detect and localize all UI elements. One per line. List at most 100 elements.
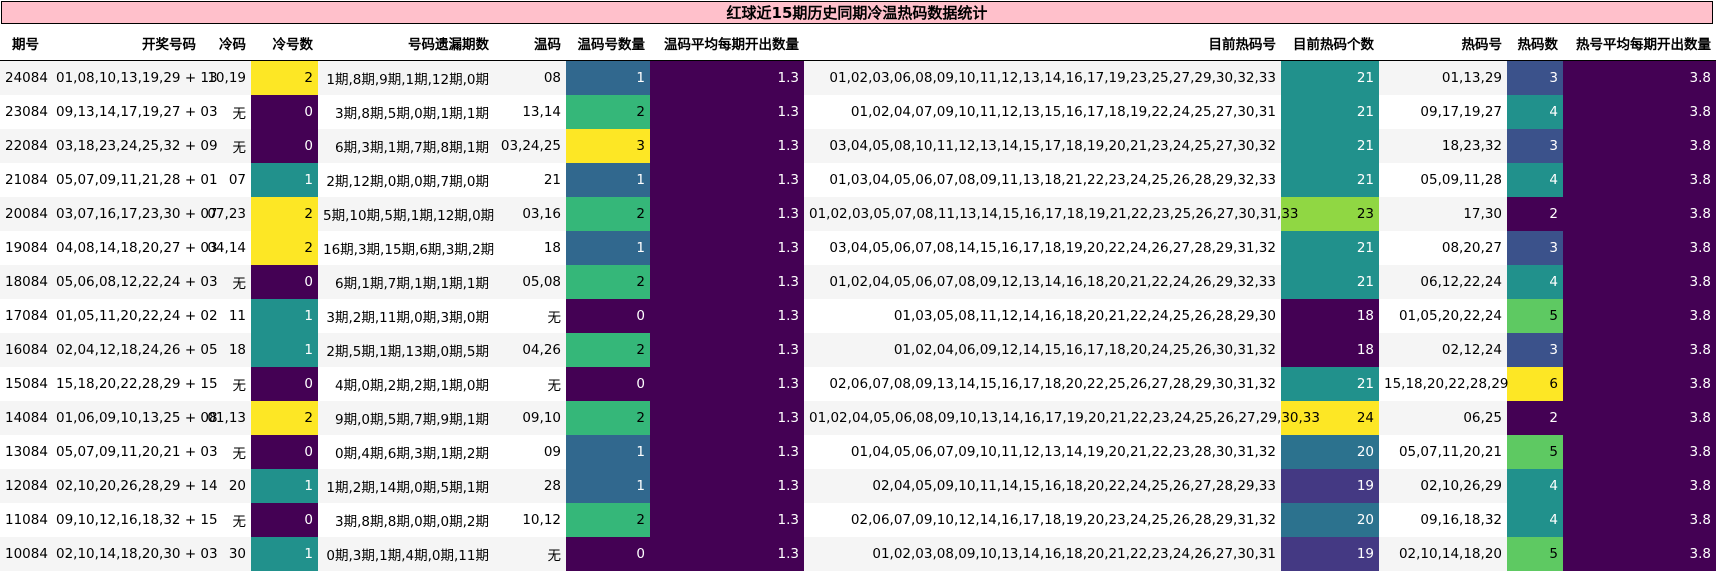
cell-rmgs: 20	[1281, 503, 1379, 537]
cell-rs: 3	[1507, 129, 1563, 163]
cell-wm: 无	[494, 367, 566, 401]
cell-lms: 0	[251, 435, 318, 469]
cell-wpj: 1.3	[650, 60, 804, 95]
cell-qh: 14084	[0, 401, 51, 435]
cell-rmgs: 21	[1281, 265, 1379, 299]
table-row: 16084 02,04,12,18,24,26 + 05 18 1 2期,5期,1期,1…	[0, 333, 1716, 367]
cell-rh: 02,12,24	[1379, 333, 1507, 367]
cell-rh: 01,05,20,22,24	[1379, 299, 1507, 333]
cell-rpj: 3.8	[1563, 231, 1716, 265]
cell-rs: 4	[1507, 163, 1563, 197]
cell-lms: 0	[251, 367, 318, 401]
cell-wpj: 1.3	[650, 197, 804, 231]
cell-wm: 08	[494, 60, 566, 95]
col-header: 开奖号码	[51, 26, 201, 61]
cell-rs: 5	[1507, 299, 1563, 333]
cell-wm: 05,08	[494, 265, 566, 299]
cell-kj: 02,10,20,26,28,29 + 14	[51, 469, 218, 503]
cell-wms: 1	[566, 435, 650, 469]
cell-rs: 3	[1507, 60, 1563, 95]
cell-wm: 03,24,25	[494, 129, 566, 163]
cell-lms: 1	[251, 333, 318, 367]
cell-wms: 0	[566, 367, 650, 401]
cell-rpj: 3.8	[1563, 333, 1716, 367]
cell-wms: 1	[566, 231, 650, 265]
cell-rs: 4	[1507, 469, 1563, 503]
cell-wms: 2	[566, 197, 650, 231]
cell-wm: 无	[494, 299, 566, 333]
cell-rh: 06,12,22,24	[1379, 265, 1507, 299]
cell-rmh: 01,03,05,08,11,12,14,16,18,20,21,22,24,2…	[804, 299, 1281, 333]
cell-wpj: 1.3	[650, 231, 804, 265]
cell-rs: 3	[1507, 231, 1563, 265]
cell-lm: 04,14	[201, 231, 251, 265]
cell-rh: 09,16,18,32	[1379, 503, 1507, 537]
cell-lms: 1	[251, 537, 318, 571]
cell-lms: 1	[251, 163, 318, 197]
cell-wpj: 1.3	[650, 299, 804, 333]
table-row: 23084 09,13,14,17,19,27 + 03 无 0 3期,8期,5期,0期…	[0, 95, 1716, 129]
col-header: 冷号数	[251, 26, 318, 61]
cell-rpj: 3.8	[1563, 129, 1716, 163]
cell-wm: 无	[494, 537, 566, 571]
cell-wm: 18	[494, 231, 566, 265]
cell-rpj: 3.8	[1563, 503, 1716, 537]
cell-wms: 1	[566, 469, 650, 503]
table-row: 13084 05,07,09,11,20,21 + 03 无 0 0期,4期,6期,3期…	[0, 435, 1716, 469]
col-header: 温码号数量	[566, 26, 650, 61]
col-header: 热码号	[1379, 26, 1507, 61]
cell-rmh: 02,06,07,09,10,12,14,16,17,18,19,20,23,2…	[804, 503, 1281, 537]
cell-rh: 02,10,14,18,20	[1379, 537, 1507, 571]
cell-rmh: 03,04,05,08,10,11,12,13,14,15,17,18,19,2…	[804, 129, 1281, 163]
cell-qh: 18084	[0, 265, 51, 299]
cell-rh: 06,25	[1379, 401, 1507, 435]
cell-kj: 05,06,08,12,22,24 + 03	[51, 265, 218, 299]
cell-rmh: 01,03,04,05,06,07,08,09,11,13,18,21,22,2…	[804, 163, 1281, 197]
table-row: 20084 03,07,16,17,23,30 + 07 07,23 2 5期,10期,…	[0, 197, 1716, 231]
cell-kj: 01,05,11,20,22,24 + 02	[51, 299, 218, 333]
cell-rmgs: 21	[1281, 95, 1379, 129]
cell-kj: 04,08,14,18,20,27 + 03	[51, 231, 218, 265]
cell-qh: 17084	[0, 299, 51, 333]
cell-wms: 2	[566, 333, 650, 367]
cell-rh: 02,10,26,29	[1379, 469, 1507, 503]
cell-rmgs: 19	[1281, 537, 1379, 571]
cell-wpj: 1.3	[650, 537, 804, 571]
cell-rmh: 01,02,04,05,06,07,08,09,12,13,14,16,18,2…	[804, 265, 1281, 299]
cell-rs: 3	[1507, 333, 1563, 367]
cell-kj: 03,18,23,24,25,32 + 09	[51, 129, 218, 163]
cell-rmh: 01,02,03,08,09,10,13,14,16,18,20,21,22,2…	[804, 537, 1281, 571]
cell-rmgs: 21	[1281, 163, 1379, 197]
cell-qh: 12084	[0, 469, 51, 503]
cell-kj: 15,18,20,22,28,29 + 15	[51, 367, 218, 401]
cell-qh: 23084	[0, 95, 51, 129]
cell-rmgs: 21	[1281, 129, 1379, 163]
header-row: 期号 开奖号码 冷码 冷号数 号码遗漏期数 温码 温码号数量 温码平均每期开出数…	[0, 26, 1716, 61]
cell-qh: 10084	[0, 537, 51, 571]
col-header: 号码遗漏期数	[318, 26, 494, 61]
cell-rh: 08,20,27	[1379, 231, 1507, 265]
cell-rh: 17,30	[1379, 197, 1507, 231]
cell-rmh: 03,04,05,06,07,08,14,15,16,17,18,19,20,2…	[804, 231, 1281, 265]
cell-lms: 2	[251, 60, 318, 95]
table-row: 15084 15,18,20,22,28,29 + 15 无 0 4期,0期,2期,2期…	[0, 367, 1716, 401]
cell-rh: 09,17,19,27	[1379, 95, 1507, 129]
cell-rmgs: 21	[1281, 367, 1379, 401]
cell-yl: 3期,8期,8期,0期,0期,2期	[318, 503, 494, 537]
cell-yl: 6期,1期,7期,1期,1期,1期	[318, 265, 494, 299]
cell-yl: 4期,0期,2期,2期,1期,0期	[318, 367, 494, 401]
cell-wm: 21	[494, 163, 566, 197]
cell-rmgs: 19	[1281, 469, 1379, 503]
cell-rmh: 01,02,03,05,07,08,11,13,14,15,16,17,18,1…	[804, 197, 1299, 231]
cell-wms: 0	[566, 299, 650, 333]
cell-rh: 05,09,11,28	[1379, 163, 1507, 197]
cell-rmh: 01,02,04,07,09,10,11,12,13,15,16,17,18,1…	[804, 95, 1281, 129]
cell-kj: 09,13,14,17,19,27 + 03	[51, 95, 218, 129]
table-row: 14084 01,06,09,10,13,25 + 08 01,13 2 9期,0期,5…	[0, 401, 1716, 435]
cell-rpj: 3.8	[1563, 435, 1716, 469]
cell-rmgs: 20	[1281, 435, 1379, 469]
table-row: 17084 01,05,11,20,22,24 + 02 11 1 3期,2期,11期,…	[0, 299, 1716, 333]
cell-rs: 6	[1507, 367, 1563, 401]
cell-kj: 02,10,14,18,20,30 + 03	[51, 537, 218, 571]
table-body: 24084 01,08,10,13,19,29 + 13 10,19 2 1期,8期,9…	[0, 60, 1716, 571]
